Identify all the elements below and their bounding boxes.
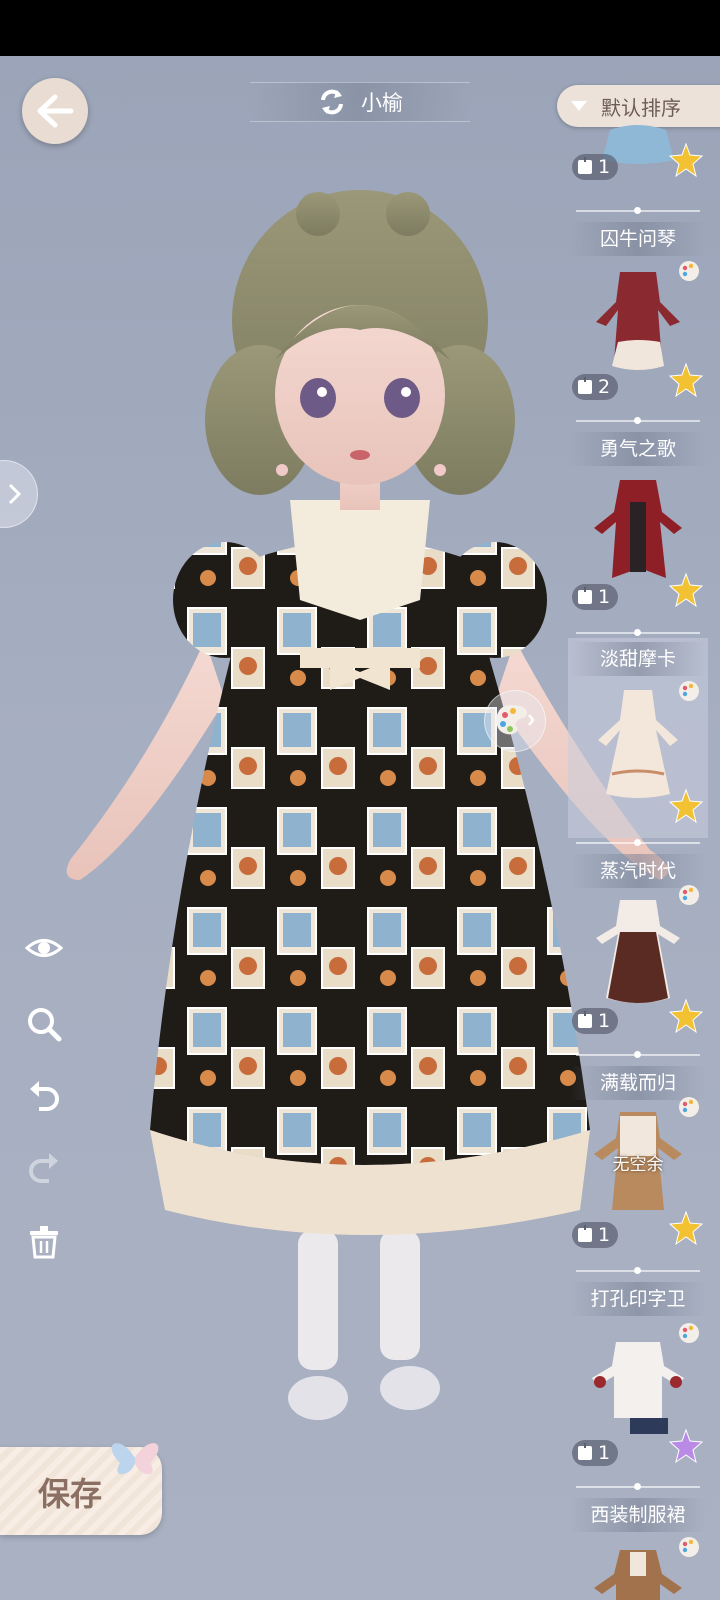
back-button[interactable] [22, 78, 88, 144]
box-icon [578, 1011, 592, 1028]
outfit-name: 勇气之歌 [570, 432, 706, 466]
owned-count: 1 [572, 154, 619, 180]
outfit-item[interactable]: 蒸汽时代 1 [568, 848, 708, 1048]
butterfly-decoration-icon [111, 1443, 159, 1475]
trash-icon [30, 1226, 58, 1259]
list-divider [576, 417, 700, 424]
zoom-button[interactable] [24, 1004, 64, 1044]
owned-count: 2 [572, 374, 619, 400]
outfit-name: 西装制服裙 [570, 1498, 706, 1532]
outfit-name: 蒸汽时代 [570, 854, 706, 888]
redo-icon [29, 1153, 58, 1183]
outfit-thumbnail [592, 1342, 684, 1434]
star-icon [668, 142, 704, 178]
box-icon [578, 587, 592, 604]
eye-icon [25, 939, 63, 957]
undo-icon [30, 1081, 59, 1111]
star-icon [668, 788, 704, 824]
star-icon [668, 362, 704, 398]
owned-count: 1 [572, 1222, 619, 1248]
star-icon [668, 998, 704, 1034]
redo-button[interactable] [24, 1148, 64, 1188]
character-name: 小榆 [361, 91, 403, 115]
undo-button[interactable] [24, 1076, 64, 1116]
owned-count: 1 [572, 1440, 619, 1466]
double-chevron-right-icon [8, 483, 22, 505]
outfit-list[interactable]: 1 囚牛问琴 2 勇气之歌 1 淡甜摩卡 蒸汽时代 1 满载而归 无空余 1 打… [568, 125, 720, 1600]
full-inventory-text: 无空余 [612, 1155, 664, 1175]
outfit-item[interactable]: 囚牛问琴 2 [568, 216, 708, 416]
box-icon [578, 1443, 592, 1460]
owned-count: 1 [572, 1008, 619, 1034]
outfit-item[interactable]: 勇气之歌 1 [568, 426, 708, 626]
list-divider [576, 1483, 700, 1490]
box-icon [578, 157, 592, 174]
switch-icon [321, 89, 343, 115]
outfit-thumbnail [594, 1550, 682, 1600]
box-icon [578, 377, 592, 394]
outfit-item[interactable]: 满载而归 无空余 1 [568, 1060, 708, 1260]
outfit-name: 淡甜摩卡 [570, 642, 706, 676]
owned-count: 1 [572, 584, 619, 610]
outfit-name: 满载而归 [570, 1066, 706, 1100]
star-icon [668, 572, 704, 608]
list-divider [576, 1051, 700, 1058]
box-icon [578, 1225, 592, 1242]
outfit-item[interactable]: 打孔印字卫 1 [568, 1276, 708, 1476]
zoom-icon [28, 1008, 62, 1042]
dye-button[interactable] [484, 690, 546, 752]
outfit-item[interactable]: 西装制服裙 [568, 1492, 708, 1600]
status-bar [0, 0, 720, 56]
list-divider [576, 207, 700, 214]
list-divider [576, 839, 700, 846]
list-divider [576, 629, 700, 636]
palette-icon [496, 705, 535, 735]
star-icon [668, 1428, 704, 1464]
star-icon [668, 1210, 704, 1246]
delete-button[interactable] [24, 1222, 64, 1262]
outfit-thumbnail [598, 690, 678, 798]
outfit-item-selected[interactable]: 淡甜摩卡 [568, 638, 708, 838]
outfit-thumbnail [596, 900, 680, 1003]
dressing-room-scene: 小榆 默认排序 保存 1 囚牛问琴 2 勇气之歌 1 淡甜摩卡 蒸汽时代 1 满… [0, 56, 720, 1600]
arrow-left-icon [37, 94, 74, 128]
list-divider [576, 1267, 700, 1274]
save-button[interactable]: 保存 [0, 1443, 162, 1535]
character-switch[interactable]: 小榆 [250, 82, 470, 122]
outfit-name: 囚牛问琴 [570, 222, 706, 256]
outfit-item[interactable]: 1 [568, 120, 708, 200]
chevron-down-icon [571, 101, 587, 111]
save-label: 保存 [38, 1475, 103, 1513]
hide-ui-button[interactable] [24, 928, 64, 968]
outfit-name: 打孔印字卫 [570, 1282, 706, 1316]
